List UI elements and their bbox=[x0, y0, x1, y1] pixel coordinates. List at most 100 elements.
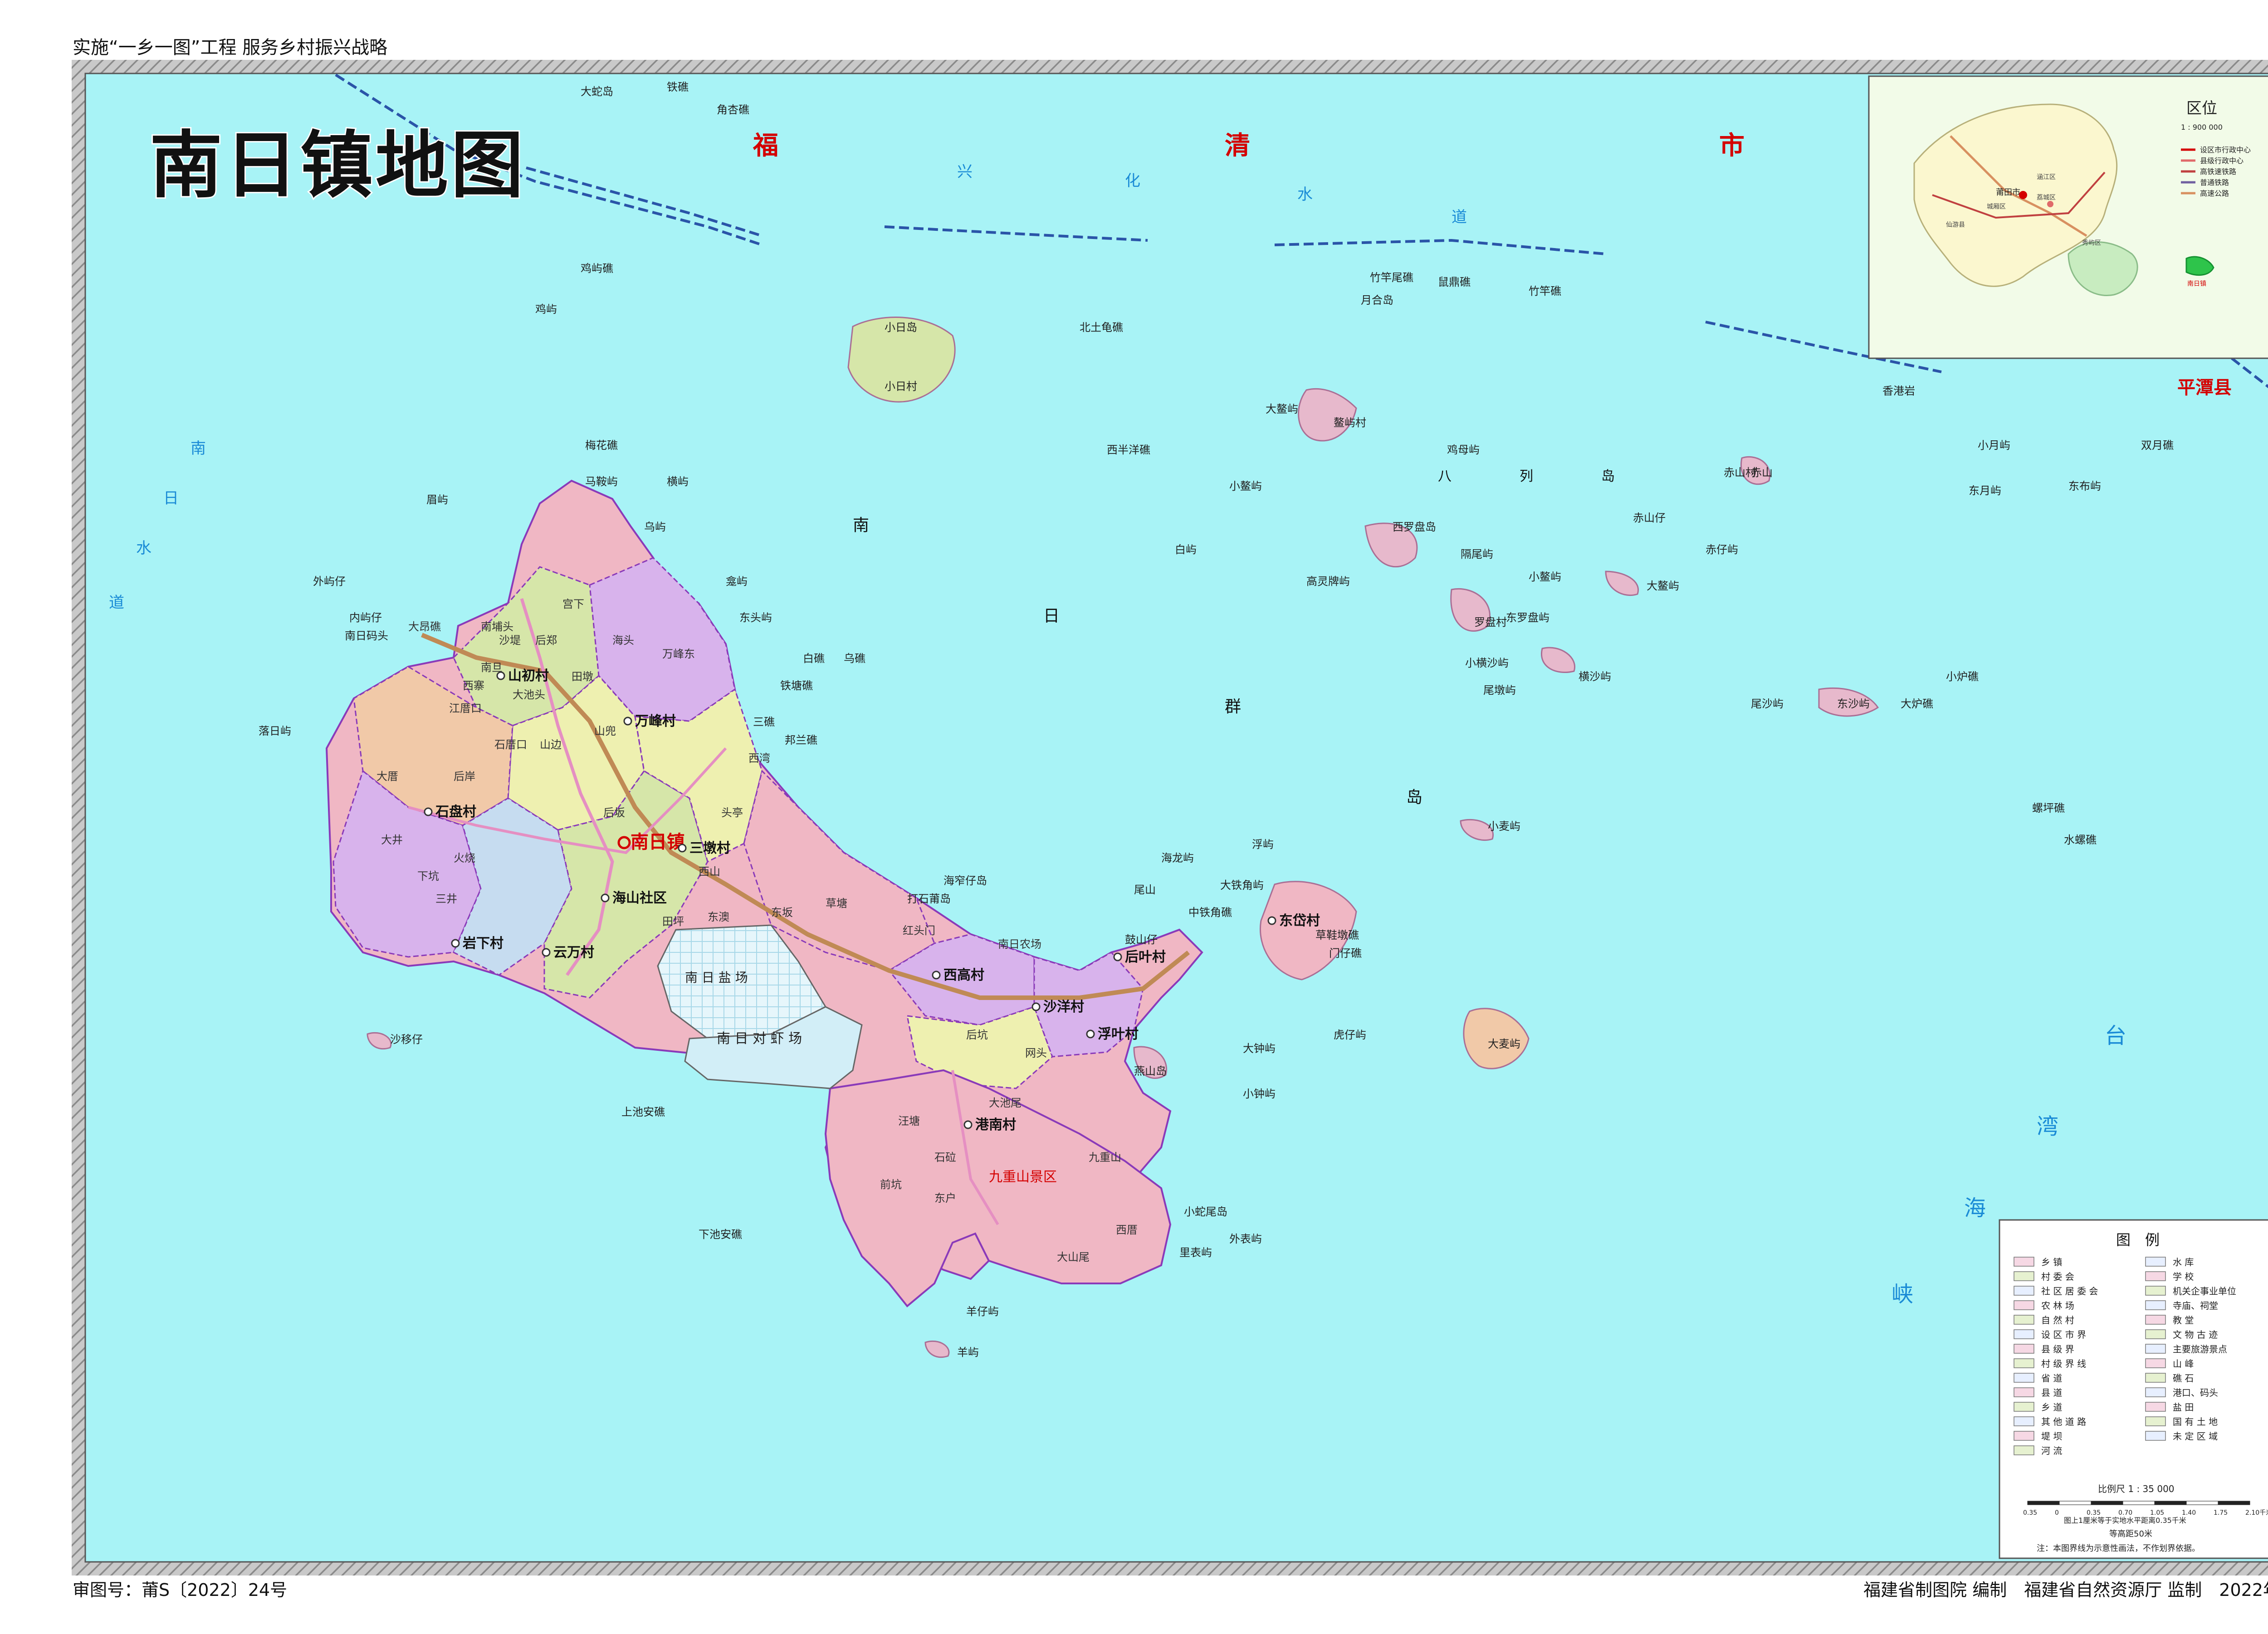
island-label: 门仔礁 bbox=[1329, 947, 1362, 960]
county-label: 平潭县 bbox=[2177, 377, 2232, 398]
legend-symbol bbox=[2014, 1271, 2034, 1281]
island-label: 东沙屿 bbox=[1837, 697, 1870, 710]
island-label: 水螺礁 bbox=[2064, 834, 2097, 846]
legend-symbol bbox=[2145, 1257, 2166, 1267]
legend-symbol bbox=[2145, 1373, 2166, 1383]
island-label: 内屿仔 bbox=[349, 611, 382, 624]
village-icon bbox=[963, 1120, 973, 1129]
place-label: 南旦 bbox=[481, 661, 503, 674]
place-label: 大池尾 bbox=[989, 1097, 1022, 1109]
island-label: 螺坪礁 bbox=[2032, 802, 2065, 815]
legend-item-label: 堤 坝 bbox=[2041, 1431, 2062, 1442]
island-label: 虎仔屿 bbox=[1334, 1029, 1366, 1041]
legend-item-label: 主要旅游景点 bbox=[2173, 1344, 2227, 1355]
place-label: 后郑 bbox=[535, 634, 557, 647]
island-label: 外表屿 bbox=[1229, 1233, 1262, 1245]
scale-bar-tick: 0 bbox=[2055, 1509, 2059, 1517]
inset-city-chengxiang: 城厢区 bbox=[1987, 203, 2006, 210]
legend-item-label: 乡 镇 bbox=[2041, 1257, 2062, 1268]
island-label: 铁塘礁 bbox=[780, 679, 813, 692]
island-label: 落日屿 bbox=[259, 725, 291, 737]
legend-item-label: 设 区 市 界 bbox=[2041, 1329, 2086, 1340]
island-label: 打石莆岛 bbox=[907, 893, 951, 905]
place-label: 西湾 bbox=[748, 752, 770, 765]
place-label: 田坪 bbox=[662, 915, 684, 928]
village-icon bbox=[1267, 916, 1276, 925]
scale-bar-tick: 0.35 bbox=[2087, 1509, 2101, 1517]
village-icon bbox=[424, 807, 433, 816]
island-label: 高灵牌屿 bbox=[1306, 575, 1350, 588]
legend-item-label: 村 级 界 线 bbox=[2041, 1358, 2086, 1369]
scale-bar-segment bbox=[2059, 1501, 2092, 1505]
place-label: 江厝口 bbox=[449, 702, 482, 715]
place-label: 石砬 bbox=[934, 1151, 956, 1164]
scale-bar-tick: 1.75 bbox=[2214, 1509, 2228, 1517]
place-label: 草塘 bbox=[826, 897, 847, 910]
island-label: 羊仔屿 bbox=[966, 1305, 999, 1318]
village-label: 浮叶村 bbox=[1098, 1026, 1139, 1042]
island-label: 大炉礁 bbox=[1901, 697, 1933, 710]
legend-symbol bbox=[2014, 1286, 2034, 1296]
place-label: 海头 bbox=[612, 634, 634, 647]
group-label-balie: 列 bbox=[1520, 468, 1533, 484]
island-label: 小月屿 bbox=[1978, 439, 2010, 452]
legend-symbol bbox=[2014, 1416, 2034, 1426]
island-label: 上池安礁 bbox=[621, 1106, 665, 1118]
place-label: 后坑 bbox=[966, 1029, 988, 1041]
place-label: 三井 bbox=[435, 893, 457, 905]
legend-item-label: 县 道 bbox=[2041, 1387, 2062, 1398]
legend-item-label: 农 林 场 bbox=[2041, 1300, 2074, 1311]
place-label: 红头门 bbox=[903, 924, 935, 937]
island-label: 香港岩 bbox=[1882, 385, 1915, 397]
legend-item-label: 机关企事业单位 bbox=[2173, 1286, 2236, 1297]
island-label: 小蛇尾岛 bbox=[1184, 1205, 1227, 1218]
island-label: 小日岛 bbox=[885, 321, 917, 334]
legend-item-label: 学 校 bbox=[2173, 1271, 2194, 1282]
legend-symbol bbox=[2014, 1358, 2034, 1368]
island-label: 浮屿 bbox=[1252, 838, 1274, 851]
legend-item-label: 教 堂 bbox=[2173, 1315, 2194, 1326]
island-label: 赤仔屿 bbox=[1706, 543, 1738, 556]
island-label: 竹竿礁 bbox=[1529, 285, 1561, 298]
group-label-balie: 八 bbox=[1438, 468, 1452, 484]
water-label-nanri-channel: 南 bbox=[191, 439, 206, 458]
legend-title: 图 例 bbox=[2116, 1231, 2160, 1249]
island-label: 小鳌屿 bbox=[1229, 480, 1262, 493]
village-label: 港南村 bbox=[975, 1117, 1016, 1133]
legend-panel: 图 例 乡 镇村 委 会社 区 居 委 会农 林 场自 然 村设 区 市 界县 … bbox=[1999, 1219, 2268, 1559]
island-label: 东布屿 bbox=[2068, 480, 2101, 493]
village-icon bbox=[623, 717, 632, 726]
island-label: 横沙屿 bbox=[1579, 670, 1611, 683]
scale-bar-tick: 1.05 bbox=[2150, 1509, 2164, 1517]
group-label-nanri: 南 bbox=[853, 516, 869, 535]
scale-bar-tick: 2.10千米 bbox=[2245, 1509, 2268, 1517]
water-label-taiwan-strait: 台 bbox=[2105, 1023, 2126, 1049]
place-label: 前坑 bbox=[880, 1178, 902, 1191]
place-label: 西寨 bbox=[463, 679, 484, 692]
island-label: 罗盘村 bbox=[1474, 616, 1507, 629]
village-label: 石盘村 bbox=[435, 804, 476, 820]
place-label: 后坂 bbox=[603, 806, 625, 819]
place-label: 沙堤 bbox=[499, 634, 521, 647]
island-label: 马鞍屿 bbox=[585, 475, 618, 488]
inset-city-putian: 莆田市 bbox=[1996, 188, 2020, 197]
place-label: 后岸 bbox=[454, 770, 475, 783]
island-label: 小麦屿 bbox=[1488, 820, 1520, 833]
water-label-xinghua: 化 bbox=[1125, 172, 1140, 190]
island-label: 尾墩屿 bbox=[1483, 684, 1516, 697]
island-label: 隔尾屿 bbox=[1461, 548, 1493, 561]
village-label: 西高村 bbox=[943, 967, 984, 983]
legend-item-label: 县 级 界 bbox=[2041, 1344, 2074, 1355]
group-label-nanri: 日 bbox=[1043, 607, 1060, 625]
village-label: 东岱村 bbox=[1279, 913, 1320, 929]
saltfield-label: 南 日 盐 场 bbox=[685, 970, 748, 985]
legend-symbol bbox=[2145, 1431, 2166, 1441]
island-label: 鼓山仔 bbox=[1125, 933, 1158, 946]
legend-item-label: 社 区 居 委 会 bbox=[2041, 1286, 2098, 1297]
inset-title: 区位 bbox=[2186, 99, 2217, 117]
legend-symbol bbox=[2014, 1300, 2034, 1310]
village-icon bbox=[601, 893, 610, 902]
island-label: 大铁角屿 bbox=[1220, 879, 1264, 892]
water-label-taiwan-strait: 湾 bbox=[2037, 1114, 2058, 1139]
legend-item-label: 其 他 道 路 bbox=[2041, 1416, 2086, 1427]
